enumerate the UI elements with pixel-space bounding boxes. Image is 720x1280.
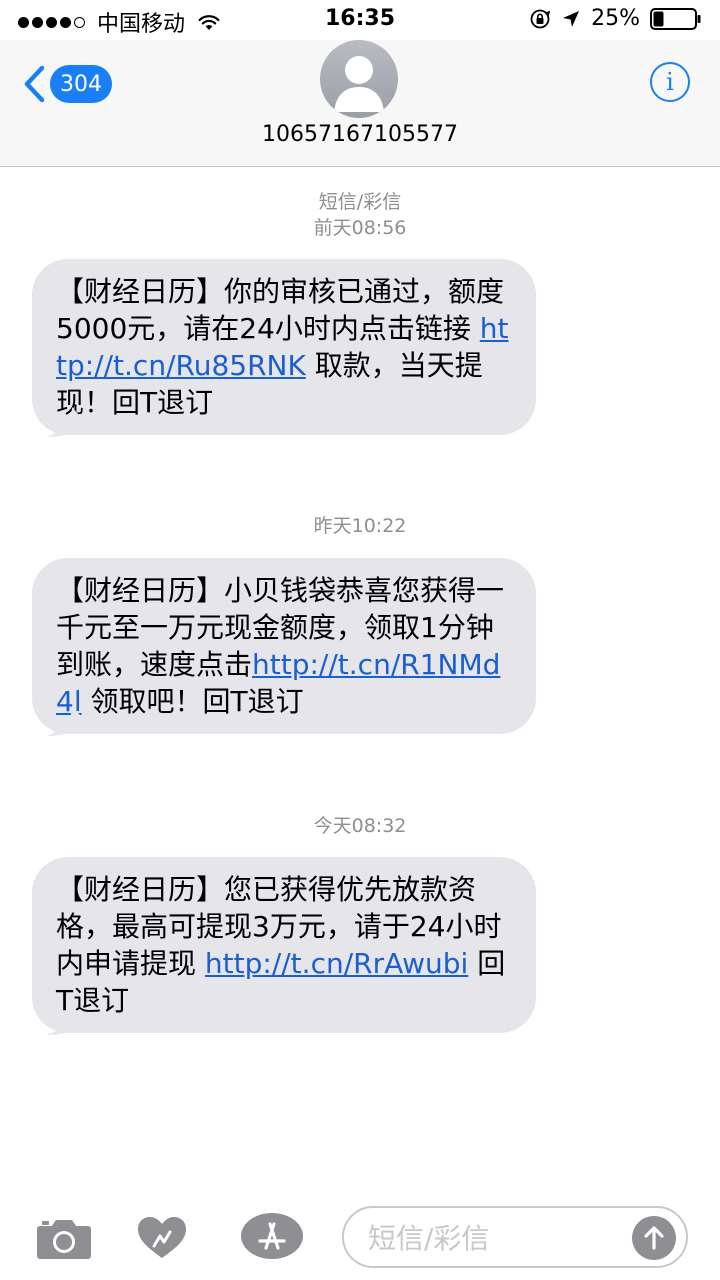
- message-field[interactable]: [342, 1206, 688, 1268]
- battery-icon: [650, 7, 701, 30]
- status-right: 25%: [529, 6, 702, 31]
- location-arrow-icon: [563, 10, 580, 27]
- conversation-header: 304 10657167105577 i: [0, 40, 720, 167]
- message-meta: 今天08:32: [0, 813, 720, 839]
- message-bubble[interactable]: 【财经日历】你的审核已通过，额度 5000元，请在24小时内点击链接 http:…: [32, 259, 536, 437]
- message-text: 领取吧！回T退订: [81, 685, 304, 718]
- chevron-left-icon: [24, 65, 45, 103]
- message-meta: 昨天10:22: [0, 513, 720, 539]
- bubble-tail: [46, 706, 86, 736]
- message-text: 【财经日历】你的审核已通过，额度 5000元，请在24小时内点击链接: [56, 275, 505, 345]
- message-bubble[interactable]: 【财经日历】您已获得优先放款资格，最高可提现3万元，请于24小时内申请提现 ht…: [32, 857, 536, 1035]
- message-timestamp: 昨天10:22: [313, 515, 407, 537]
- arrow-up-icon: [644, 1226, 664, 1250]
- unread-count-badge: 304: [50, 65, 112, 103]
- bubble-tail: [46, 407, 86, 437]
- message-type-label: 短信/彩信: [318, 191, 402, 213]
- battery-percent: 25%: [591, 6, 640, 31]
- input-bar: [0, 1192, 720, 1280]
- digital-touch-heart-icon[interactable]: [136, 1216, 188, 1260]
- rotation-lock-icon: [530, 9, 551, 28]
- bubble-tail: [46, 1005, 86, 1035]
- message-bubble[interactable]: 【财经日历】小贝钱袋恭喜您获得一千元至一万元现金额度，领取1分钟到账，速度点击h…: [32, 558, 536, 736]
- camera-icon[interactable]: [36, 1216, 92, 1260]
- info-icon: i: [666, 68, 674, 96]
- message-timestamp: 前天08:56: [313, 217, 407, 239]
- message-timestamp: 今天08:32: [313, 815, 407, 837]
- person-silhouette-icon: [334, 56, 384, 112]
- contact-avatar[interactable]: [320, 40, 398, 118]
- send-button[interactable]: [632, 1216, 676, 1260]
- message-input[interactable]: [366, 1216, 620, 1260]
- status-bar: 中国移动 16:35 25%: [0, 0, 720, 40]
- back-button[interactable]: 304: [22, 64, 112, 104]
- app-store-icon[interactable]: [240, 1212, 304, 1260]
- contact-number[interactable]: 10657167105577: [0, 122, 720, 147]
- message-list[interactable]: 短信/彩信 前天08:56 【财经日历】你的审核已通过，额度 5000元，请在2…: [0, 167, 720, 1192]
- message-link[interactable]: http://t.cn/RrAwubi: [205, 947, 468, 980]
- message-meta: 短信/彩信 前天08:56: [0, 189, 720, 241]
- info-button[interactable]: i: [650, 62, 690, 102]
